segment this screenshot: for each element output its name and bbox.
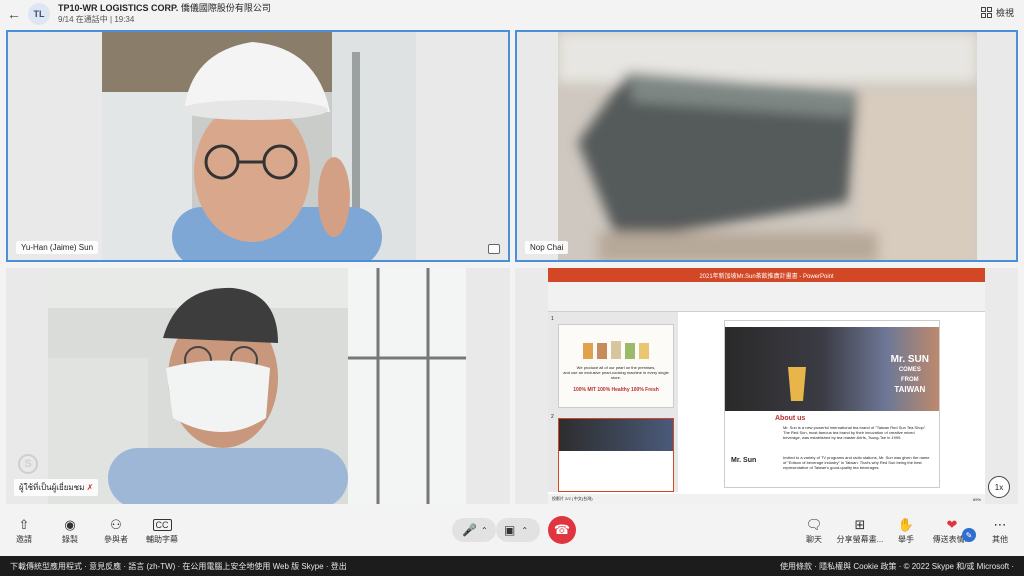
captions-button[interactable]: CC 輔助字幕 bbox=[138, 516, 186, 545]
footer-legal[interactable]: 使用條款 · 隱私權與 Cookie 政策 · © 2022 Skype 和/或… bbox=[780, 561, 1014, 572]
muted-mic-icon: ✗ bbox=[86, 483, 94, 492]
participant-video bbox=[48, 268, 466, 504]
end-call-button[interactable]: ☎ bbox=[548, 516, 576, 544]
participant-video bbox=[102, 32, 416, 260]
ppt-ribbon bbox=[548, 282, 985, 312]
hang-up-icon: ☎ bbox=[553, 522, 571, 537]
share-screen-button[interactable]: ⊞ 分享螢幕畫... bbox=[836, 516, 884, 545]
drink-cup-illustration bbox=[788, 367, 806, 401]
heart-icon: ❤ bbox=[946, 517, 958, 532]
screen-share-tile[interactable]: 2021年新加坡Mr.Sun茶飲推廣計畫書 - PowerPoint 1 We … bbox=[515, 268, 1018, 504]
thumb-banner bbox=[559, 419, 673, 451]
video-tile-yu-han[interactable]: Yu-Han (Jaime) Sun bbox=[6, 30, 510, 262]
record-icon: ◉ bbox=[64, 517, 76, 532]
slide-thumbnails: 1 We produce all of our pearl on the pre… bbox=[548, 312, 678, 492]
chat-button[interactable]: 🗨 聊天 bbox=[790, 516, 838, 545]
people-icon: ⚇ bbox=[110, 517, 122, 532]
slide-thumb-1[interactable]: We produce all of our pearl on the premi… bbox=[558, 324, 674, 408]
chat-bubble-icon: 🗨 bbox=[805, 517, 823, 532]
share-screen-icon: ⊞ bbox=[854, 517, 866, 532]
thumb-text: and use an exclusive pearl-cooking machi… bbox=[563, 370, 669, 380]
ppt-titlebar: 2021年新加坡Mr.Sun茶飲推廣計畫書 - PowerPoint bbox=[548, 268, 985, 282]
call-title[interactable]: TP10-WR LOGISTICS CORP. 僑儀國際股份有限公司 bbox=[58, 3, 271, 14]
share-upload-icon: ⇧ bbox=[18, 517, 30, 532]
participant-name: Yu-Han (Jaime) Sun bbox=[16, 241, 99, 254]
about-paragraph-2: Invited to a variety of TV programs and … bbox=[783, 455, 930, 470]
camera-off-icon[interactable]: ▣ bbox=[504, 523, 515, 537]
more-button[interactable]: ⋯ 其他 bbox=[976, 516, 1024, 545]
call-status: 9/14 在通話中 | 19:34 bbox=[58, 15, 135, 24]
mic-muted-icon[interactable]: 🎤 bbox=[462, 523, 477, 537]
page-footer: 下載傳統型應用程式 · 意見反應 · 語言 (zh-TW) · 在公用電腦上安全… bbox=[0, 556, 1024, 576]
call-header: ← TL TP10-WR LOGISTICS CORP. 僑儀國際股份有限公司 … bbox=[0, 0, 1024, 28]
drinks-illustration bbox=[583, 341, 649, 359]
mic-control: 🎤 ⌃ bbox=[452, 518, 496, 542]
participants-button[interactable]: ⚇ 參與者 bbox=[92, 516, 140, 545]
ppt-window: 2021年新加坡Mr.Sun茶飲推廣計畫書 - PowerPoint 1 We … bbox=[548, 268, 985, 504]
playback-speed-button[interactable]: 1x bbox=[988, 476, 1010, 498]
invite-button[interactable]: ⇧ 邀請 bbox=[0, 516, 48, 545]
about-title: About us bbox=[775, 415, 806, 422]
thumb-index: 1 bbox=[551, 316, 554, 322]
slide-banner: Mr. SUN COMES FROM TAIWAN bbox=[725, 327, 939, 411]
chevron-up-icon[interactable]: ⌃ bbox=[521, 526, 528, 535]
participant-video bbox=[558, 32, 977, 260]
about-paragraph-1: Mr. Sun is a new powerful international … bbox=[783, 425, 927, 440]
skype-logo-icon: S bbox=[18, 454, 38, 474]
view-button[interactable]: 檢視 bbox=[980, 6, 1014, 19]
chevron-up-icon[interactable]: ⌃ bbox=[481, 526, 488, 535]
ppt-window-title: 2021年新加坡Mr.Sun茶飲推廣計畫書 - PowerPoint bbox=[699, 273, 834, 280]
captions-icon: CC bbox=[152, 519, 172, 531]
more-dots-icon: ⋯ bbox=[993, 517, 1007, 532]
call-titles: TP10-WR LOGISTICS CORP. 僑儀國際股份有限公司 9/14 … bbox=[58, 3, 271, 25]
record-button[interactable]: ◉ 錄製 bbox=[46, 516, 94, 545]
raise-hand-button[interactable]: ✋ 舉手 bbox=[882, 516, 930, 545]
participant-name: ผู้ใช้ที่เป็นผู้เยี่ยมชม ✗ bbox=[14, 479, 99, 496]
thumb-index: 2 bbox=[551, 414, 554, 420]
slide-thumb-2[interactable] bbox=[558, 418, 674, 492]
grid-view-icon bbox=[980, 7, 992, 18]
ppt-zoom: 69% bbox=[972, 496, 981, 502]
video-tile-nop-chai[interactable]: Nop Chai bbox=[515, 30, 1018, 262]
thumb-slogan: 100% MIT 100% Healthy 100% Fresh bbox=[573, 387, 659, 393]
slide-heading: Mr. SUN COMES FROM TAIWAN bbox=[890, 354, 929, 395]
camera-control: ▣ ⌃ bbox=[496, 518, 540, 542]
participant-name: Nop Chai bbox=[525, 241, 569, 254]
back-arrow-icon[interactable]: ← bbox=[2, 2, 26, 26]
footer-links[interactable]: 下載傳統型應用程式 · 意見反應 · 語言 (zh-TW) · 在公用電腦上安全… bbox=[10, 561, 347, 572]
hand-icon: ✋ bbox=[897, 517, 915, 532]
call-toolbar: ⇧ 邀請 ◉ 錄製 ⚇ 參與者 CC 輔助字幕 🎤 ⌃ ▣ ⌃ 🗨 聊天 ⊞ 分… bbox=[0, 508, 1024, 556]
main-slide: Mr. SUN COMES FROM TAIWAN About us Mr. S… bbox=[724, 320, 940, 488]
brand-name: Mr. Sun bbox=[731, 457, 757, 464]
group-avatar[interactable]: TL bbox=[28, 3, 50, 25]
view-label: 檢視 bbox=[995, 8, 1014, 18]
edit-icon[interactable]: ✎ bbox=[962, 528, 976, 542]
video-tile-guest[interactable]: S ผู้ใช้ที่เป็นผู้เยี่ยมชม ✗ bbox=[6, 268, 510, 504]
tile-options-icon[interactable] bbox=[488, 244, 500, 254]
ppt-status-bar: 投影片 2/2 | 中文(台灣) 69% bbox=[548, 494, 985, 504]
